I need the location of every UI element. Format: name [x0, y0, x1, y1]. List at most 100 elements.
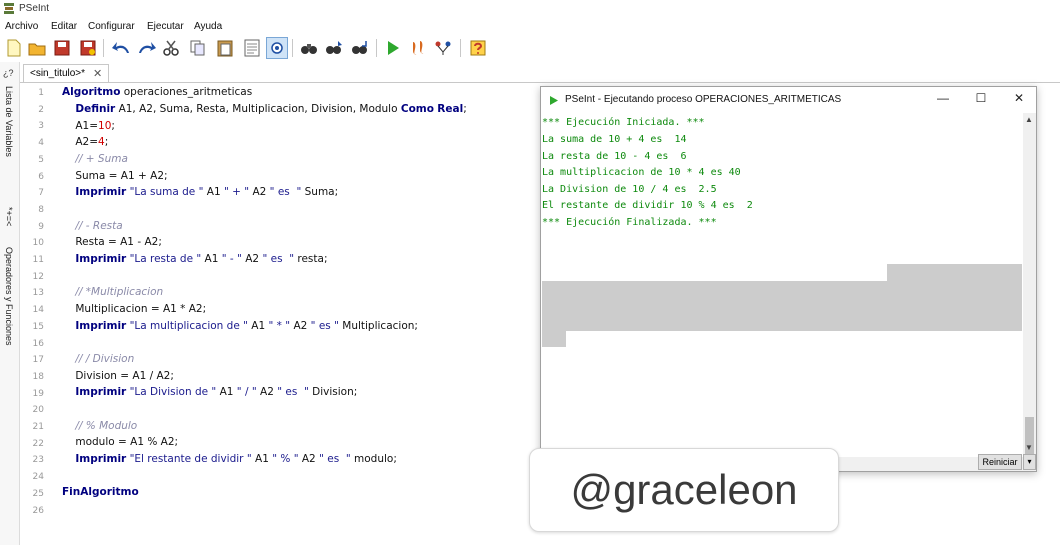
code-line: Algoritmo operaciones_aritmeticas — [62, 86, 253, 98]
replace-icon[interactable] — [349, 37, 371, 59]
save-as-icon[interactable] — [77, 37, 99, 59]
variables-icon[interactable]: *+=< — [4, 207, 14, 226]
menu-configurar[interactable]: Configurar — [88, 21, 135, 32]
line-number: 16 — [32, 338, 44, 349]
line-number: 12 — [32, 271, 44, 282]
pseint-logo-icon — [4, 3, 14, 14]
line-number: 25 — [32, 488, 44, 499]
console-scrollbar[interactable]: ▲ ▼ — [1023, 113, 1036, 457]
line-number: 13 — [32, 288, 44, 299]
console-line: *** Ejecución Finalizada. *** — [542, 217, 717, 228]
line-number: 8 — [38, 204, 44, 215]
console-output[interactable]: *** Ejecución Iniciada. *** La suma de 1… — [542, 115, 1022, 455]
line-number: 22 — [32, 438, 44, 449]
step-icon[interactable] — [407, 37, 429, 59]
open-folder-icon[interactable] — [26, 37, 48, 59]
line-number: 23 — [32, 455, 44, 466]
console-title: PSeInt - Ejecutando proceso OPERACIONES_… — [565, 94, 842, 105]
code-line: Imprimir "El restante de dividir " A1 " … — [75, 453, 397, 465]
code-line: Suma = A1 + A2; — [62, 170, 168, 182]
menu-bar: Archivo Editar Configurar Ejecutar Ayuda — [0, 18, 1060, 35]
code-line: // - Resta — [75, 220, 123, 232]
watermark-handle: @graceleon — [529, 448, 839, 532]
toolbar — [0, 35, 1060, 62]
variables-list-tab[interactable]: Lista de Variables — [4, 86, 14, 157]
code-line: Imprimir "La resta de " A1 " - " A2 " es… — [75, 253, 328, 265]
line-number: 2 — [38, 104, 44, 115]
help-icon[interactable] — [467, 37, 489, 59]
code-line: modulo = A1 % A2; — [62, 436, 179, 448]
find-icon[interactable] — [266, 37, 288, 59]
line-number: 19 — [32, 388, 44, 399]
new-file-icon[interactable] — [3, 37, 25, 59]
app-title: PSeInt — [19, 3, 50, 14]
toolbar-separator — [103, 39, 104, 57]
console-titlebar[interactable]: PSeInt - Ejecutando proceso OPERACIONES_… — [541, 87, 1036, 113]
console-gray-block — [542, 331, 566, 347]
scroll-down-icon[interactable]: ▼ — [1025, 443, 1033, 452]
undo-icon[interactable] — [110, 37, 132, 59]
menu-archivo[interactable]: Archivo — [5, 21, 38, 32]
restart-button[interactable]: Reiniciar — [978, 454, 1022, 470]
cut-icon[interactable] — [160, 37, 182, 59]
menu-ejecutar[interactable]: Ejecutar — [147, 21, 184, 32]
code-line: Imprimir "La multiplicacion de " A1 " * … — [75, 320, 418, 332]
save-icon[interactable] — [51, 37, 73, 59]
line-number: 4 — [38, 138, 44, 149]
copy-icon[interactable] — [187, 37, 209, 59]
line-number: 24 — [32, 472, 44, 483]
line-number: 18 — [32, 371, 44, 382]
run-icon — [550, 96, 558, 105]
line-number: 11 — [32, 255, 44, 265]
binoculars-icon[interactable] — [298, 37, 320, 59]
line-number: 7 — [38, 188, 44, 199]
toolbar-separator — [376, 39, 377, 57]
line-number: 20 — [32, 405, 44, 416]
side-help-icon[interactable]: ¿? — [3, 68, 14, 78]
run-icon[interactable] — [382, 37, 404, 59]
toolbar-separator — [292, 39, 293, 57]
code-line: A1=10; — [62, 120, 115, 132]
code-line: // / Division — [75, 353, 135, 365]
line-number: 10 — [32, 238, 44, 249]
line-number: 26 — [32, 505, 44, 516]
tab-sin-titulo[interactable]: <sin_titulo>* ✕ — [23, 64, 110, 82]
flowchart-icon[interactable] — [432, 37, 454, 59]
select-all-icon[interactable] — [241, 37, 263, 59]
code-line: A2=4; — [62, 136, 109, 148]
maximize-button[interactable]: ☐ — [966, 91, 996, 109]
line-number: 17 — [32, 355, 44, 366]
console-line: La Division de 10 / 4 es 2.5 — [542, 184, 717, 195]
console-line: La suma de 10 + 4 es 14 — [542, 134, 687, 145]
line-number: 14 — [32, 305, 44, 316]
menu-ayuda[interactable]: Ayuda — [194, 21, 222, 32]
console-gray-block — [887, 264, 1022, 281]
console-line: El restante de dividir 10 % 4 es 2 — [542, 200, 753, 211]
chevron-down-icon[interactable]: ▾ — [1023, 454, 1036, 470]
paste-icon[interactable] — [214, 37, 236, 59]
operators-functions-tab[interactable]: Operadores y Funciones — [4, 247, 14, 346]
side-panel-strip: ¿? Lista de Variables *+=< Operadores y … — [0, 62, 20, 545]
scroll-up-icon[interactable]: ▲ — [1025, 115, 1033, 124]
execution-console-window[interactable]: PSeInt - Ejecutando proceso OPERACIONES_… — [540, 86, 1037, 472]
find-next-icon[interactable] — [323, 37, 345, 59]
code-line: // % Modulo — [75, 420, 138, 432]
close-icon[interactable]: ✕ — [93, 67, 102, 80]
code-line: Resta = A1 - A2; — [62, 236, 162, 248]
line-number: 9 — [38, 221, 44, 232]
code-line: // *Multiplicacion — [75, 286, 164, 298]
console-gray-block — [542, 281, 1022, 331]
redo-icon[interactable] — [136, 37, 158, 59]
code-line: FinAlgoritmo — [62, 486, 139, 498]
toolbar-separator — [460, 39, 461, 57]
line-number: 5 — [38, 154, 44, 165]
app-titlebar: PSeInt — [0, 0, 1060, 18]
code-line: Definir A1, A2, Suma, Resta, Multiplicac… — [75, 103, 467, 115]
line-number: 1 — [38, 88, 44, 98]
menu-editar[interactable]: Editar — [51, 21, 77, 32]
minimize-button[interactable]: — — [928, 91, 958, 109]
line-number: 3 — [38, 121, 44, 132]
code-line: Multiplicacion = A1 * A2; — [62, 303, 207, 315]
line-number: 15 — [32, 321, 44, 332]
close-button[interactable]: ✕ — [1004, 91, 1034, 109]
